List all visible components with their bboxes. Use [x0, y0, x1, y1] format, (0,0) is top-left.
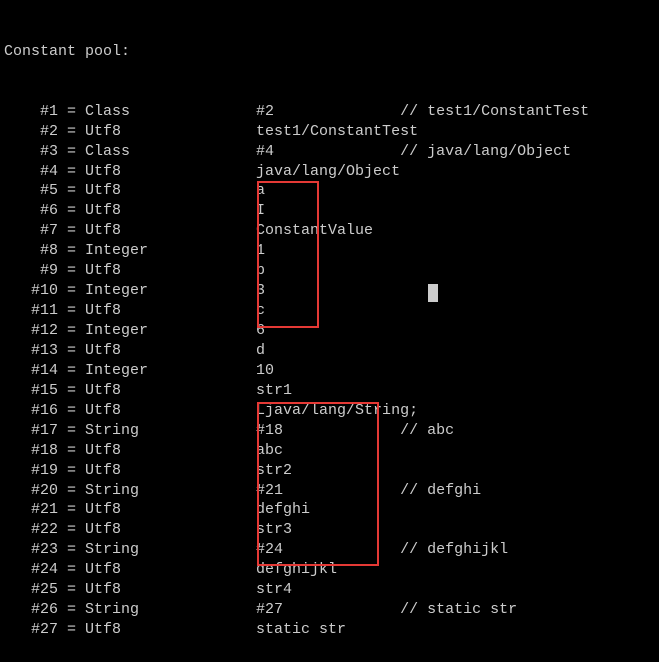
constant-pool-entry: #7 = Utf8 ConstantValue	[4, 221, 655, 241]
constant-pool-entry: #3 = Class #4 // java/lang/Object	[4, 142, 655, 162]
constant-pool-entry: #2 = Utf8 test1/ConstantTest	[4, 122, 655, 142]
constant-pool-entry: #10 = Integer 3	[4, 281, 655, 301]
constant-pool-entry: #11 = Utf8 c	[4, 301, 655, 321]
constant-pool-header: Constant pool:	[4, 42, 655, 62]
constant-pool-entry: #16 = Utf8 Ljava/lang/String;	[4, 401, 655, 421]
constant-pool-entry: #9 = Utf8 b	[4, 261, 655, 281]
constant-pool-entry: #18 = Utf8 abc	[4, 441, 655, 461]
constant-pool-entry: #14 = Integer 10	[4, 361, 655, 381]
constant-pool-entry: #25 = Utf8 str4	[4, 580, 655, 600]
constant-pool-entry: #6 = Utf8 I	[4, 201, 655, 221]
constant-pool-entry: #20 = String #21 // defghi	[4, 481, 655, 501]
constant-pool-entry: #17 = String #18 // abc	[4, 421, 655, 441]
constant-pool-rows: #1 = Class #2 // test1/ConstantTest #2 =…	[4, 102, 655, 640]
terminal-output: Constant pool: #1 = Class #2 // test1/Co…	[0, 0, 659, 662]
constant-pool-entry: #19 = Utf8 str2	[4, 461, 655, 481]
constant-pool-entry: #27 = Utf8 static str	[4, 620, 655, 640]
text-cursor	[428, 284, 438, 302]
constant-pool-entry: #15 = Utf8 str1	[4, 381, 655, 401]
constant-pool-entry: #4 = Utf8 java/lang/Object	[4, 162, 655, 182]
constant-pool-entry: #22 = Utf8 str3	[4, 520, 655, 540]
constant-pool-entry: #5 = Utf8 a	[4, 181, 655, 201]
constant-pool-entry: #13 = Utf8 d	[4, 341, 655, 361]
constant-pool-entry: #23 = String #24 // defghijkl	[4, 540, 655, 560]
constant-pool-entry: #8 = Integer 1	[4, 241, 655, 261]
constant-pool-entry: #26 = String #27 // static str	[4, 600, 655, 620]
constant-pool-entry: #21 = Utf8 defghi	[4, 500, 655, 520]
constant-pool-entry: #24 = Utf8 defghijkl	[4, 560, 655, 580]
constant-pool-entry: #1 = Class #2 // test1/ConstantTest	[4, 102, 655, 122]
constant-pool-entry: #12 = Integer 6	[4, 321, 655, 341]
